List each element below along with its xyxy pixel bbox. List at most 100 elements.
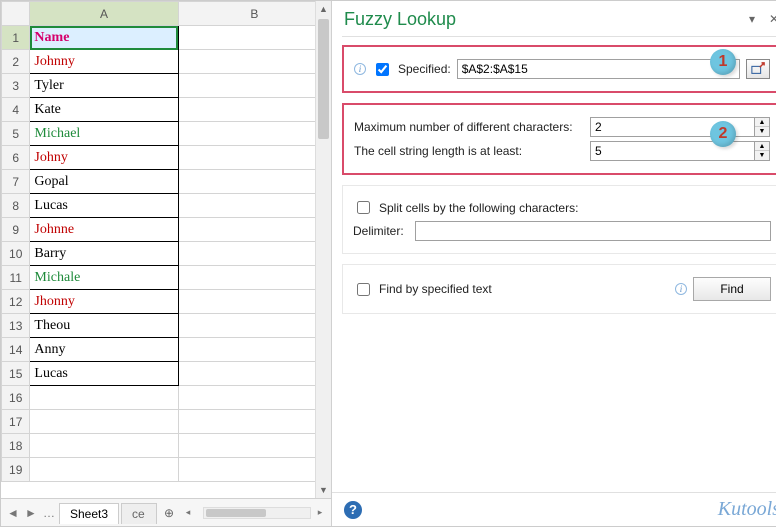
help-icon[interactable]: ? <box>344 501 362 519</box>
tab-nav-more[interactable]: … <box>41 504 57 522</box>
range-picker-button[interactable] <box>746 59 770 79</box>
callout-1: 1 <box>710 49 736 75</box>
cell[interactable] <box>178 98 330 122</box>
row-header[interactable]: 7 <box>2 170 30 194</box>
cell[interactable]: Johny <box>30 146 178 170</box>
cell[interactable] <box>178 50 330 74</box>
cell[interactable] <box>178 218 330 242</box>
row-header[interactable]: 1 <box>2 26 30 50</box>
cell[interactable] <box>178 386 330 410</box>
horizontal-scrollbar[interactable] <box>203 507 311 519</box>
row-header[interactable]: 3 <box>2 74 30 98</box>
pane-menu-icon[interactable]: ▾ <box>744 12 760 28</box>
col-header-A[interactable]: A <box>30 2 178 26</box>
max-diff-spin-down[interactable]: ▼ <box>755 127 769 136</box>
cell[interactable] <box>178 242 330 266</box>
scroll-thumb[interactable] <box>318 19 329 139</box>
cell[interactable]: Tyler <box>30 74 178 98</box>
pane-close-icon[interactable]: ✕ <box>766 12 776 28</box>
specified-range-input[interactable] <box>457 59 740 79</box>
cell[interactable] <box>178 410 330 434</box>
cell[interactable]: Michale <box>30 266 178 290</box>
row-header[interactable]: 6 <box>2 146 30 170</box>
row-header[interactable]: 8 <box>2 194 30 218</box>
min-len-label: The cell string length is at least: <box>354 144 584 158</box>
row-header[interactable]: 2 <box>2 50 30 74</box>
tab-nav-next[interactable]: ► <box>23 504 39 522</box>
specified-section: i Specified: 1 <box>342 45 776 93</box>
cell[interactable] <box>178 194 330 218</box>
tab-nav-prev[interactable]: ◄ <box>5 504 21 522</box>
cell[interactable] <box>30 410 178 434</box>
cell[interactable] <box>30 386 178 410</box>
tab-sheet3[interactable]: Sheet3 <box>59 503 119 524</box>
find-button[interactable]: Find <box>693 277 771 301</box>
row-header[interactable]: 4 <box>2 98 30 122</box>
find-by-text-label: Find by specified text <box>379 282 669 296</box>
hscroll-left-icon[interactable]: ◂ <box>181 507 195 518</box>
cell[interactable] <box>178 338 330 362</box>
scroll-up-icon[interactable]: ▲ <box>316 1 331 17</box>
min-len-spin-down[interactable]: ▼ <box>755 151 769 160</box>
split-checkbox[interactable] <box>357 201 370 214</box>
specified-checkbox[interactable] <box>376 63 389 76</box>
cell[interactable]: Lucas <box>30 194 178 218</box>
cell[interactable] <box>178 314 330 338</box>
add-sheet-button[interactable]: ⊕ <box>159 506 179 520</box>
cell[interactable]: Jhonny <box>30 290 178 314</box>
row-header[interactable]: 11 <box>2 266 30 290</box>
cell[interactable] <box>178 290 330 314</box>
cell[interactable] <box>178 26 330 50</box>
fuzzy-lookup-pane: Fuzzy Lookup ▾ ✕ i Specified: <box>332 1 776 526</box>
select-all-corner[interactable] <box>2 2 30 26</box>
info-icon[interactable]: i <box>354 63 366 75</box>
row-header[interactable]: 5 <box>2 122 30 146</box>
row-header[interactable]: 17 <box>2 410 30 434</box>
hscroll-right-icon[interactable]: ▸ <box>313 507 327 518</box>
find-by-text-checkbox[interactable] <box>357 283 370 296</box>
scroll-down-icon[interactable]: ▼ <box>316 482 331 498</box>
cell[interactable] <box>178 146 330 170</box>
grid[interactable]: A B 1Name2Johnny3Tyler4Kate5Michael6John… <box>1 1 331 482</box>
find-section: Find by specified text i Find <box>342 264 776 314</box>
max-diff-spin-up[interactable]: ▲ <box>755 118 769 127</box>
cell[interactable] <box>178 74 330 98</box>
row-header[interactable]: 19 <box>2 458 30 482</box>
row-header[interactable]: 18 <box>2 434 30 458</box>
row-header[interactable]: 15 <box>2 362 30 386</box>
cell[interactable]: Name <box>30 26 178 50</box>
cell[interactable]: Lucas <box>30 362 178 386</box>
split-section: Split cells by the following characters:… <box>342 185 776 254</box>
cell[interactable] <box>178 170 330 194</box>
cell[interactable]: Johnne <box>30 218 178 242</box>
cell[interactable]: Gopal <box>30 170 178 194</box>
row-header[interactable]: 9 <box>2 218 30 242</box>
cell[interactable]: Anny <box>30 338 178 362</box>
tab-next-partial[interactable]: ce <box>121 503 157 524</box>
vertical-scrollbar[interactable]: ▲ ▼ <box>315 1 331 498</box>
cell[interactable]: Theou <box>30 314 178 338</box>
cell[interactable] <box>178 122 330 146</box>
delimiter-label: Delimiter: <box>353 224 409 238</box>
row-header[interactable]: 14 <box>2 338 30 362</box>
cell[interactable] <box>178 266 330 290</box>
specified-label: Specified: <box>398 62 451 76</box>
cell[interactable]: Kate <box>30 98 178 122</box>
cell[interactable] <box>30 458 178 482</box>
cell[interactable] <box>178 434 330 458</box>
row-header[interactable]: 10 <box>2 242 30 266</box>
cell[interactable]: Johnny <box>30 50 178 74</box>
row-header[interactable]: 13 <box>2 314 30 338</box>
row-header[interactable]: 16 <box>2 386 30 410</box>
info-icon[interactable]: i <box>675 283 687 295</box>
row-header[interactable]: 12 <box>2 290 30 314</box>
min-len-spin-up[interactable]: ▲ <box>755 142 769 151</box>
cell[interactable] <box>178 458 330 482</box>
cell[interactable]: Barry <box>30 242 178 266</box>
cell[interactable] <box>178 362 330 386</box>
delimiter-input[interactable] <box>415 221 771 241</box>
cell[interactable]: Michael <box>30 122 178 146</box>
pane-title: Fuzzy Lookup <box>344 9 738 30</box>
cell[interactable] <box>30 434 178 458</box>
col-header-B[interactable]: B <box>178 2 330 26</box>
